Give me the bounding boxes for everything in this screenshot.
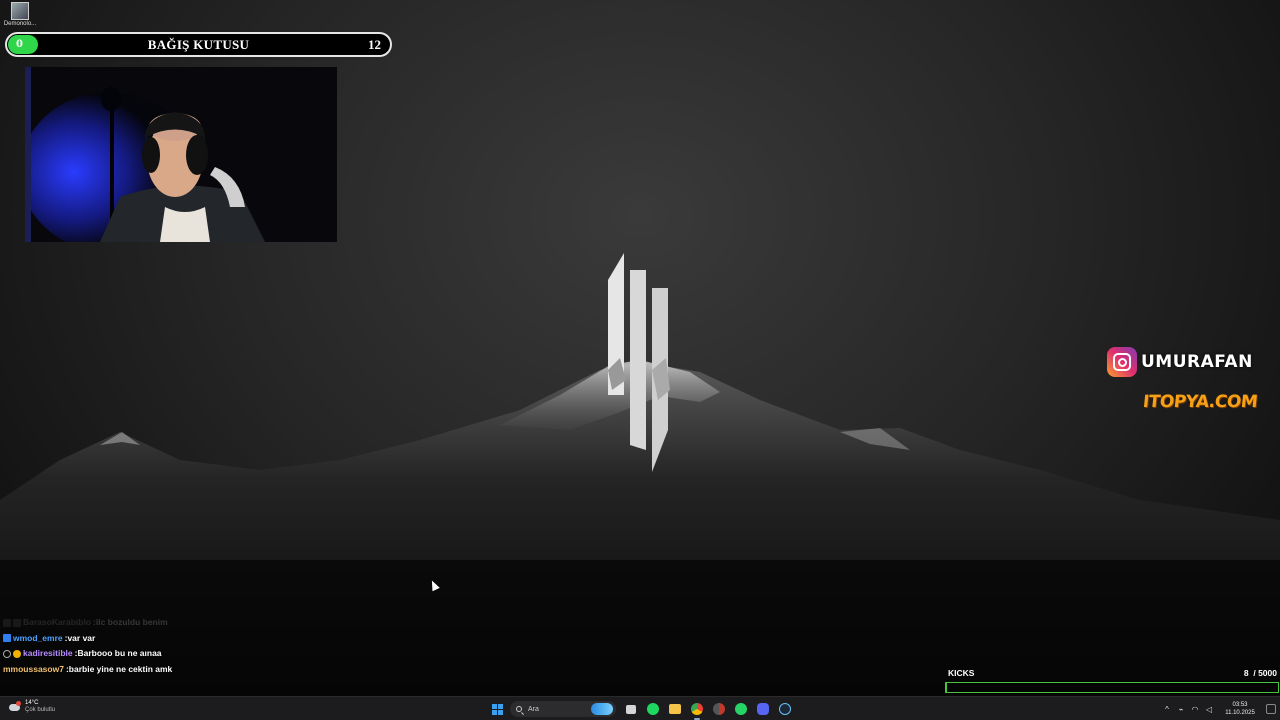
chat-overlay: BarasoKarabiblo: ilc bozuldu benim wmod_e… [3,615,403,677]
desktop-shortcut-label: Demonolo... [3,21,37,27]
chrome-alt-icon [713,703,725,715]
desktop-wallpaper: Demonolo... 0 BAĞIŞ KUTUSU 12 UMURAFAN I… [0,0,1280,720]
sponsor-site-logo: ITOPYA.COM [1141,392,1259,412]
instagram-icon [1107,347,1137,377]
chat-badge-icon [3,618,11,627]
windows-taskbar: 14°C Çok bulutlu Ara ^ ⌁ ◠ ◁ 03:53 11.10… [0,696,1280,720]
chat-username: kadiresitible [23,648,73,658]
chat-message: wmod_emre: var var [3,631,403,647]
whatsapp-icon [735,703,747,715]
task-view-icon [626,704,636,714]
search-icon [516,706,522,712]
system-tray: ^ ⌁ ◠ ◁ 03:53 11.10.2025 [1160,697,1280,720]
chat-badge-icon [3,649,11,658]
instagram-handle: UMURAFAN [1141,352,1253,372]
kicks-current: 8 [1243,668,1249,678]
chat-username: mmoussasow7 [3,663,64,674]
kicks-progress-fill [946,683,947,692]
chat-badge-icon [13,618,21,627]
task-view-button[interactable] [622,700,640,718]
webcam-image [25,67,337,242]
desktop-shortcut[interactable]: Demonolo... [2,2,38,27]
game-shortcut-icon [11,2,29,20]
notification-icon[interactable] [1266,704,1276,714]
search-placeholder: Ara [528,705,539,713]
start-button[interactable] [488,700,506,718]
taskbar-search-box[interactable]: Ara [510,701,616,717]
folder-icon [669,704,681,714]
donation-count: 12 [368,37,381,52]
chat-text: var var [67,632,96,643]
chat-text: ilc bozuldu benim [95,617,168,627]
chevron-up-icon[interactable]: ^ [1160,705,1174,714]
file-explorer-button[interactable] [666,700,684,718]
system-clock[interactable]: 03:53 11.10.2025 [1218,701,1262,717]
taskbar-apps: Ara [488,700,798,720]
spotify-button[interactable] [644,700,662,718]
kicks-separator: / [1253,668,1256,678]
skrillex-logo [608,253,670,472]
kicks-progress-bar [945,682,1279,693]
chat-username: wmod_emre [13,632,63,643]
donation-box-overlay: 0 BAĞIŞ KUTUSU 12 [5,32,392,57]
search-highlight-icon [591,703,613,715]
steam-button[interactable] [776,700,794,718]
wifi-icon[interactable]: ◠ [1188,705,1202,714]
kicks-goal-widget: KICKS 8 / 5000 [945,668,1280,693]
cloudy-weather-icon [8,700,22,714]
instagram-tag: UMURAFAN [1107,347,1253,377]
spotify-icon [647,703,659,715]
whatsapp-button[interactable] [732,700,750,718]
chat-badge-icon [13,649,21,658]
network-icon[interactable]: ⌁ [1174,705,1188,714]
discord-button[interactable] [754,700,772,718]
kicks-count: 8 / 5000 [1244,668,1277,681]
chat-message: kadiresitible: Barbooo bu ne aınaa [3,646,403,662]
chrome-button[interactable] [688,700,706,720]
donation-title: BAĞIŞ KUTUSU [147,37,250,52]
chat-username: BarasoKarabiblo [23,617,92,627]
chat-message: mmoussasow7: barbie yine ne cektin amk [3,662,403,678]
chat-text: barbie yine ne cektin amk [68,663,173,674]
weather-condition: Çok bulutlu [25,707,56,713]
clock-date: 11.10.2025 [1225,710,1255,716]
speaker-icon[interactable]: ◁ [1202,705,1216,714]
weather-widget[interactable]: 14°C Çok bulutlu [8,700,55,714]
chrome-icon [691,703,703,715]
chat-text: Barbooo bu ne aınaa [77,648,162,658]
discord-icon [757,703,769,715]
chat-badge-icon [3,634,11,643]
chat-message: BarasoKarabiblo: ilc bozuldu benim [3,615,403,631]
clock-time: 03:53 [1232,702,1248,708]
kicks-goal: 5000 [1258,668,1277,678]
weather-temperature: 14°C [25,700,39,706]
steam-icon [779,703,791,715]
windows-logo-icon [491,703,503,715]
webcam-feed [25,67,337,242]
kicks-label: KICKS [948,668,975,678]
chrome-alt-button[interactable] [710,700,728,718]
